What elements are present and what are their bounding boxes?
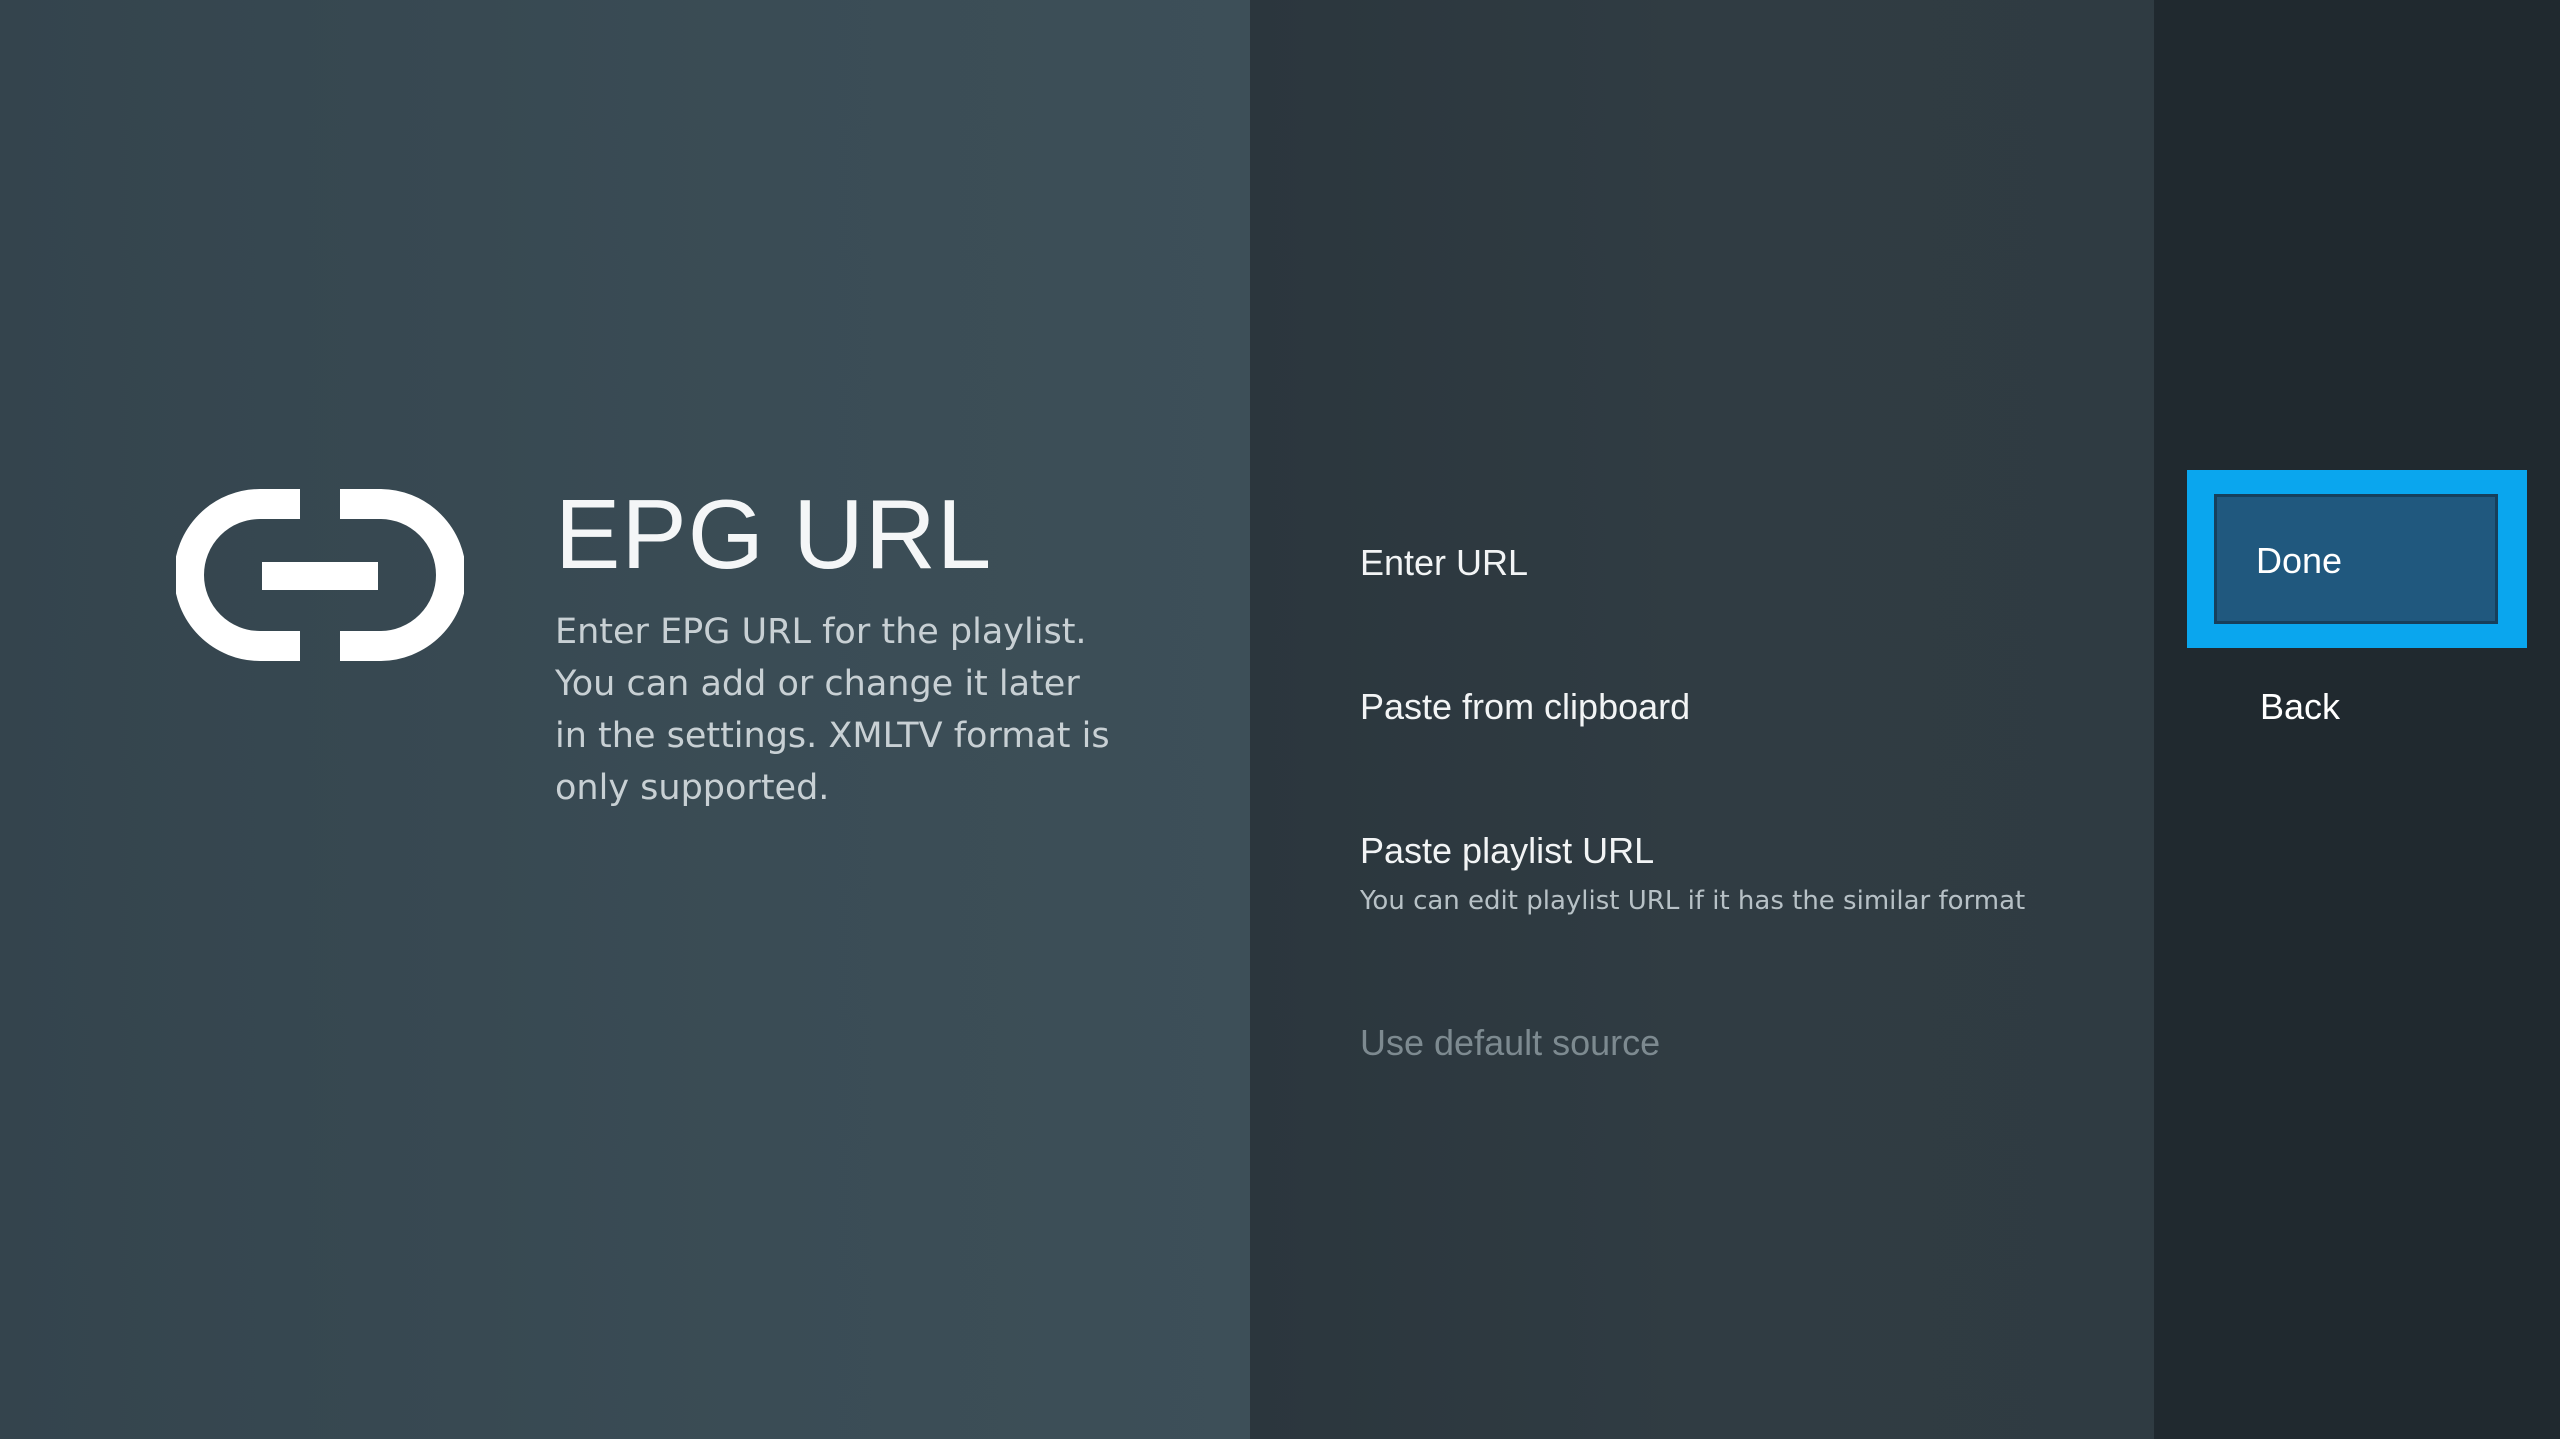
action-title: Use default source bbox=[1360, 1022, 1661, 1063]
link-icon bbox=[174, 488, 466, 662]
page-description: Enter EPG URL for the playlist. You can … bbox=[555, 612, 1110, 808]
done-button[interactable]: Done bbox=[2214, 494, 2498, 624]
action-description: You can edit playlist URL if it has the … bbox=[1360, 886, 2026, 916]
done-button-label: Done bbox=[2256, 540, 2343, 581]
back-button[interactable]: Back bbox=[2260, 686, 2340, 728]
action-title: Paste playlist URL bbox=[1360, 830, 1655, 871]
action-enter-url[interactable]: Enter URL bbox=[1360, 542, 2120, 584]
actions-list: Enter URL Paste from clipboard Paste pla… bbox=[1250, 0, 2154, 1439]
page-title: EPG URL bbox=[555, 479, 993, 589]
guidance-panel: EPG URL Enter EPG URL for the playlist. … bbox=[0, 0, 1250, 1439]
button-panel: Done Back bbox=[2154, 0, 2560, 1439]
action-paste-from-clipboard[interactable]: Paste from clipboard bbox=[1360, 686, 2120, 728]
action-paste-playlist-url[interactable]: Paste playlist URL You can edit playlist… bbox=[1360, 830, 2120, 916]
action-use-default-source: Use default source bbox=[1360, 1022, 2120, 1064]
epg-url-setup-screen: EPG URL Enter EPG URL for the playlist. … bbox=[0, 0, 2560, 1439]
action-title: Enter URL bbox=[1360, 542, 1529, 583]
action-title: Paste from clipboard bbox=[1360, 686, 1691, 727]
